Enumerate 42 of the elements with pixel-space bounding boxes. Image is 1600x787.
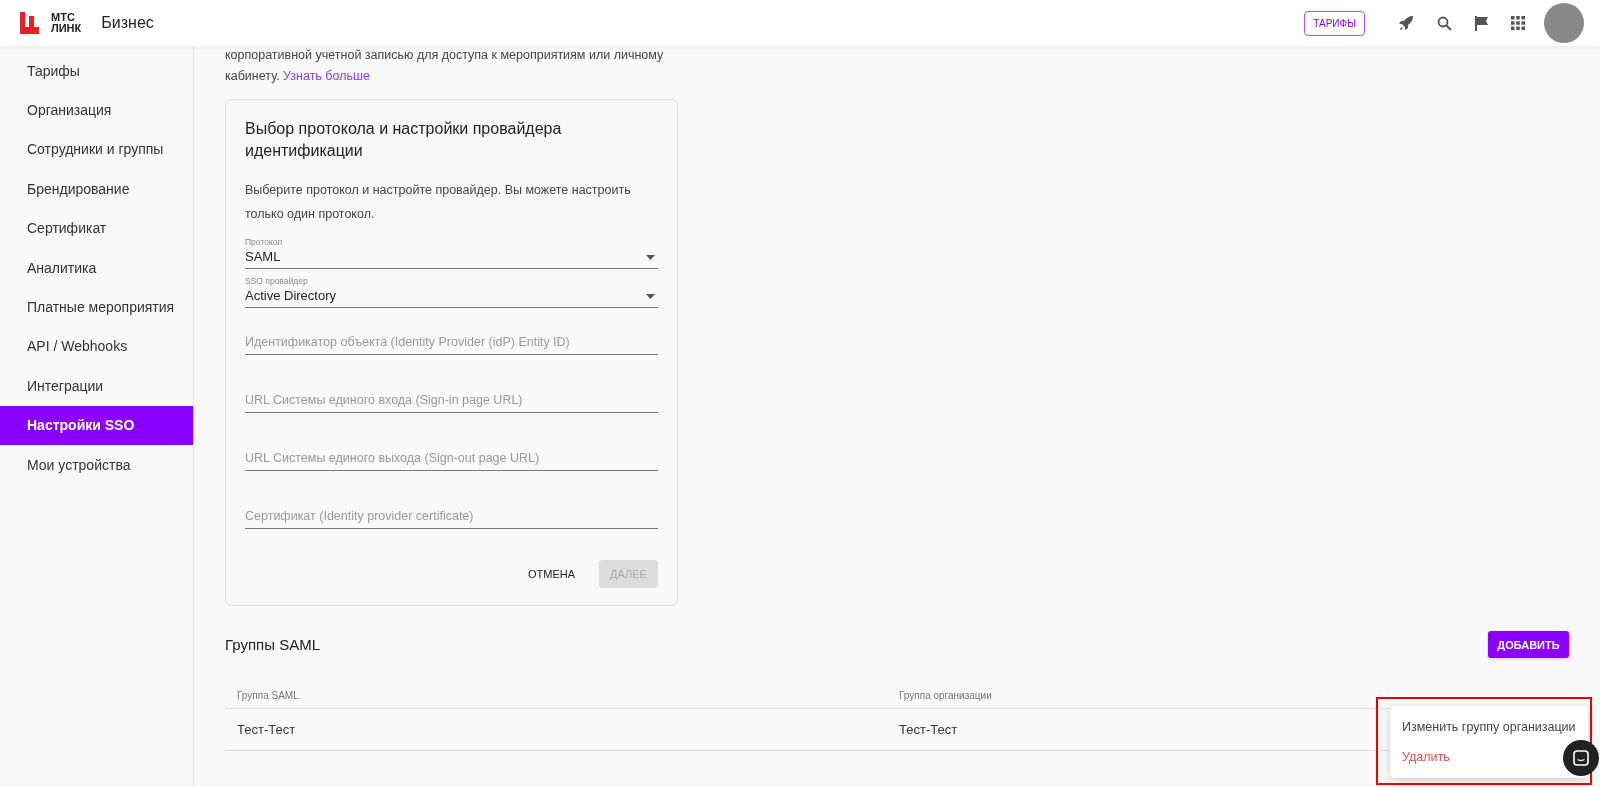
add-button[interactable]: ДОБАВИТЬ bbox=[1488, 631, 1569, 658]
sidebar-item[interactable]: Аналитика bbox=[0, 247, 193, 288]
column-header: Группа SAML bbox=[237, 689, 299, 701]
dropdown-caret-icon bbox=[646, 294, 655, 299]
logo-icon bbox=[20, 12, 39, 34]
product-name: Бизнес bbox=[101, 14, 154, 32]
input-field[interactable]: Сертификат (Identity provider certificate) bbox=[245, 504, 658, 529]
sidebar-item[interactable]: Тарифы bbox=[0, 51, 193, 91]
dropdown-caret-icon bbox=[646, 255, 655, 260]
apps-grid-icon[interactable] bbox=[1511, 16, 1525, 30]
card-description: Выберите протокол и настройте провайдер. Вы можете настроить только один протокол. bbox=[245, 182, 632, 223]
tariffs-button[interactable]: ТАРИФЫ bbox=[1304, 10, 1365, 36]
table-cell: Тест-Тест bbox=[899, 722, 958, 737]
sidebar-item[interactable]: API / Webhooks bbox=[0, 326, 193, 367]
sidebar-item[interactable]: Сертификат bbox=[0, 208, 193, 248]
input-field[interactable]: Идентификатор объекта (Identity Provider (idP) Entity ID) bbox=[245, 330, 658, 355]
sidebar-item[interactable]: Организация bbox=[0, 90, 193, 130]
sidebar-item[interactable]: Настройки SSO bbox=[0, 405, 193, 445]
table-cell: Тест-Тест bbox=[237, 722, 296, 737]
user-avatar[interactable] bbox=[1544, 3, 1584, 43]
logo-text: МТС ЛИНК bbox=[51, 12, 82, 34]
select-field[interactable]: Протокол SAML bbox=[245, 236, 658, 269]
menu-item[interactable]: Изменить группу организации bbox=[1402, 714, 1576, 740]
sidebar-item[interactable]: Сотрудники и группы bbox=[0, 129, 193, 170]
sidebar-item[interactable]: Брендирование bbox=[0, 169, 193, 209]
input-field[interactable]: URL Системы единого входа (Sign-in page URL) bbox=[245, 388, 658, 413]
chat-icon bbox=[1573, 750, 1589, 766]
sidebar-item[interactable]: Мои устройства bbox=[0, 444, 193, 485]
learn-more-link[interactable]: Узнать больше bbox=[283, 69, 370, 83]
cancel-button[interactable]: ОТМЕНА bbox=[521, 560, 581, 588]
sidebar-item[interactable]: Интеграции bbox=[0, 366, 193, 406]
sidebar-item[interactable]: Платные мероприятия bbox=[0, 287, 193, 327]
menu-item[interactable]: Удалить bbox=[1402, 744, 1450, 770]
select-field[interactable]: SSO провайдер Active Directory bbox=[245, 275, 658, 308]
section-title: Группы SAML bbox=[225, 636, 320, 653]
search-icon[interactable] bbox=[1437, 15, 1452, 31]
rocket-icon[interactable] bbox=[1398, 15, 1414, 31]
flag-icon[interactable] bbox=[1475, 15, 1488, 31]
column-header: Группа организации bbox=[899, 689, 992, 701]
intro-text: корпоративной учетной записью для доступа к мероприятиям или личному кабинету. Узнать больше bbox=[225, 47, 665, 85]
card-title: Выбор протокола и настройки провайдера идентификации bbox=[245, 119, 563, 161]
input-field[interactable]: URL Системы единого выхода (Sign-out page URL) bbox=[245, 446, 658, 471]
